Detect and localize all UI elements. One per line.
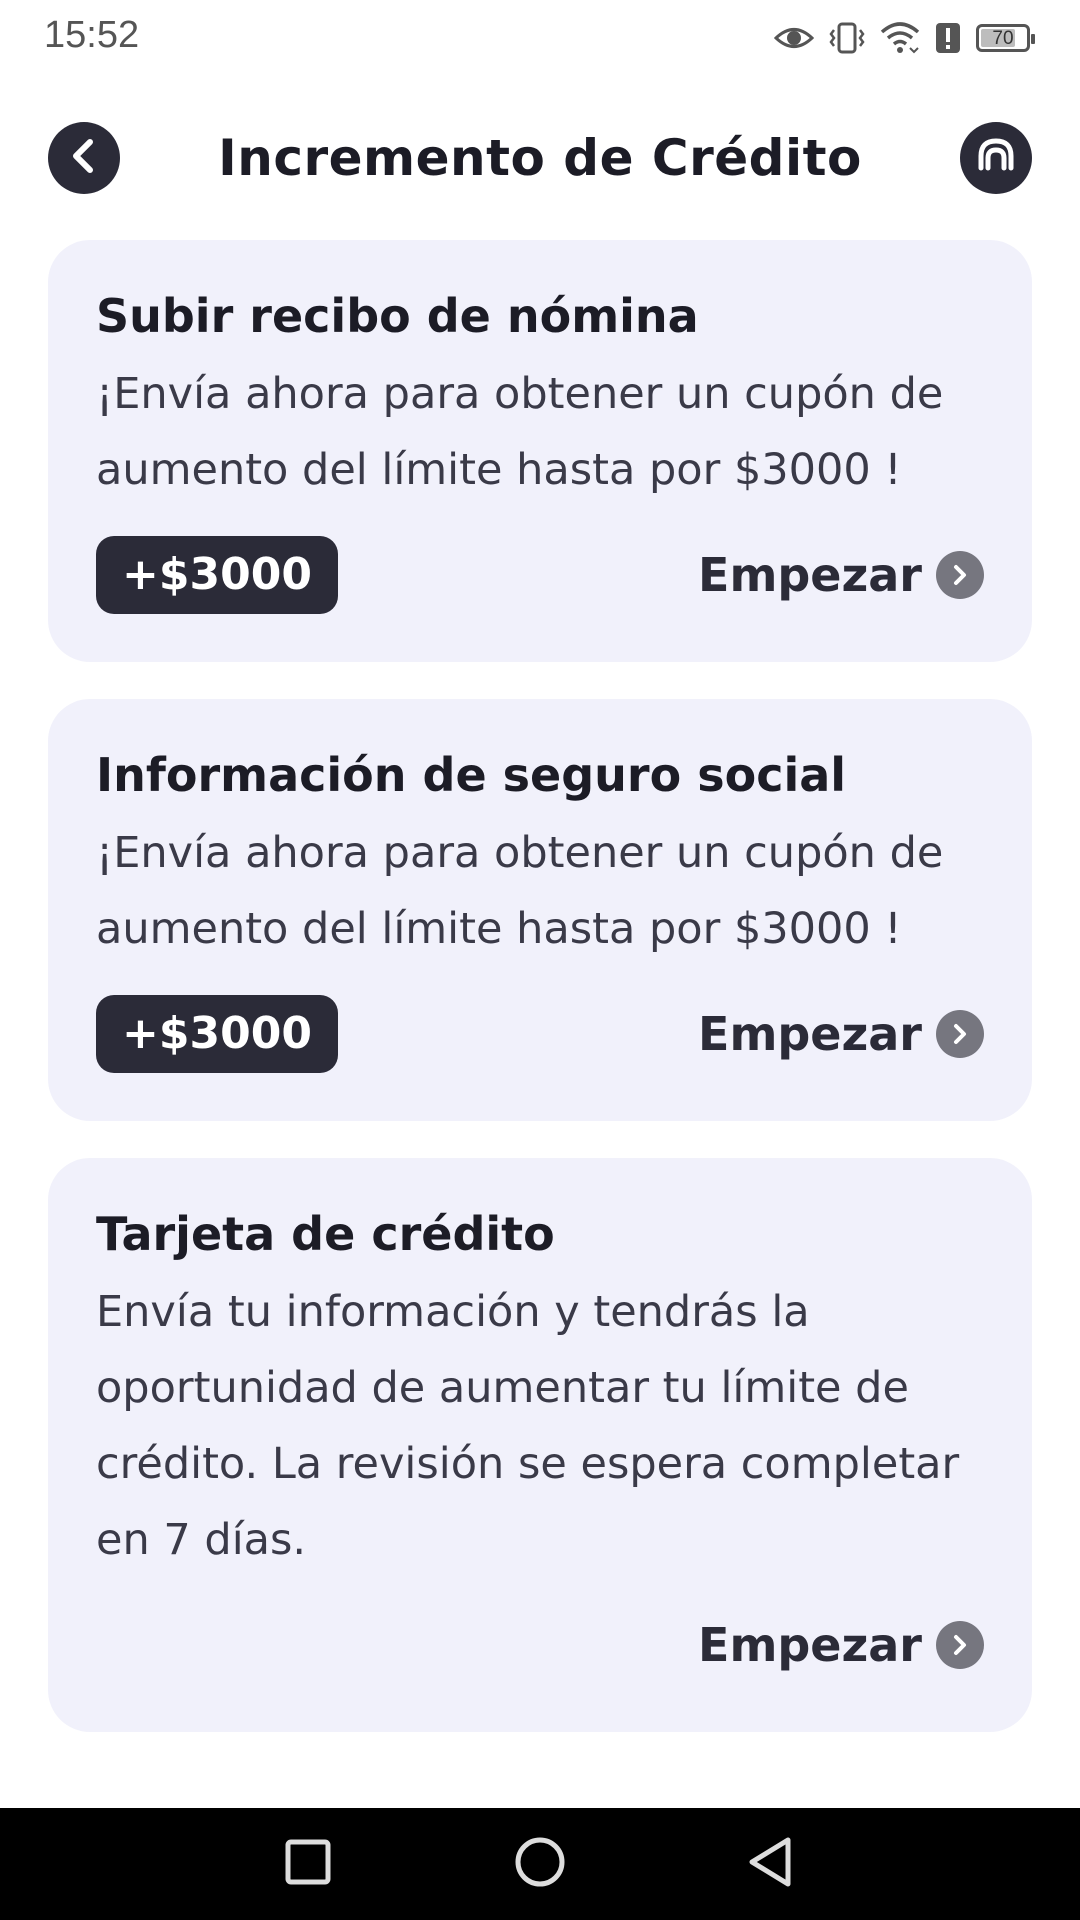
page-title: Incremento de Crédito <box>218 129 862 187</box>
start-button[interactable]: Empezar <box>698 1606 984 1684</box>
recents-button[interactable] <box>280 1836 336 1892</box>
header: Incremento de Crédito <box>0 120 1080 196</box>
card-credit-card: Tarjeta de crédito Envía tu información … <box>48 1158 1032 1732</box>
start-button[interactable]: Empezar <box>698 536 984 614</box>
vibrate-icon <box>828 22 866 54</box>
chevron-right-icon <box>936 1010 984 1058</box>
status-bar: 15:52 70 <box>0 0 1080 76</box>
card-title: Información de seguro social <box>96 748 847 802</box>
home-circle-icon <box>514 1836 566 1892</box>
status-time: 15:52 <box>44 14 140 56</box>
status-icons: 70 <box>774 18 1036 58</box>
home-button[interactable] <box>512 1836 568 1892</box>
back-button[interactable] <box>48 122 120 194</box>
start-label: Empezar <box>698 1618 922 1672</box>
battery-level: 70 <box>992 27 1014 49</box>
amount-text: +$3000 <box>122 1008 312 1059</box>
wifi-icon <box>880 22 920 54</box>
card-description: Envía tu información y tendrás la oportu… <box>96 1287 960 1565</box>
card-title: Subir recibo de nómina <box>96 289 699 343</box>
battery-icon: 70 <box>976 24 1035 52</box>
system-nav-bar <box>0 1808 1080 1920</box>
support-button[interactable] <box>960 122 1032 194</box>
alert-icon <box>934 21 962 55</box>
card-footer: +$3000 Empezar <box>96 981 984 1073</box>
chevron-right-icon <box>936 1621 984 1669</box>
back-triangle-icon <box>746 1836 794 1892</box>
card-description: ¡Envía ahora para obtener un cupón de au… <box>96 828 944 954</box>
chevron-right-icon <box>936 551 984 599</box>
card-footer: +$3000 Empezar <box>96 522 984 614</box>
start-label: Empezar <box>698 548 922 602</box>
card-social-security: Información de seguro social ¡Envía ahor… <box>48 699 1032 1121</box>
back-nav-button[interactable] <box>742 1836 798 1892</box>
card-footer: Empezar <box>96 1606 984 1684</box>
card-title: Tarjeta de crédito <box>96 1207 555 1261</box>
amount-badge: +$3000 <box>96 522 338 614</box>
card-payroll: Subir recibo de nómina ¡Envía ahora para… <box>48 240 1032 662</box>
start-button[interactable]: Empezar <box>698 995 984 1073</box>
recents-square-icon <box>284 1838 332 1890</box>
eye-icon <box>774 23 814 53</box>
start-label: Empezar <box>698 1007 922 1061</box>
card-description: ¡Envía ahora para obtener un cupón de au… <box>96 369 944 495</box>
amount-text: +$3000 <box>122 549 312 600</box>
amount-badge: +$3000 <box>96 981 338 1073</box>
headset-icon <box>974 134 1018 182</box>
content-list[interactable]: Subir recibo de nómina ¡Envía ahora para… <box>0 240 1080 1808</box>
chevron-left-icon <box>68 138 100 178</box>
